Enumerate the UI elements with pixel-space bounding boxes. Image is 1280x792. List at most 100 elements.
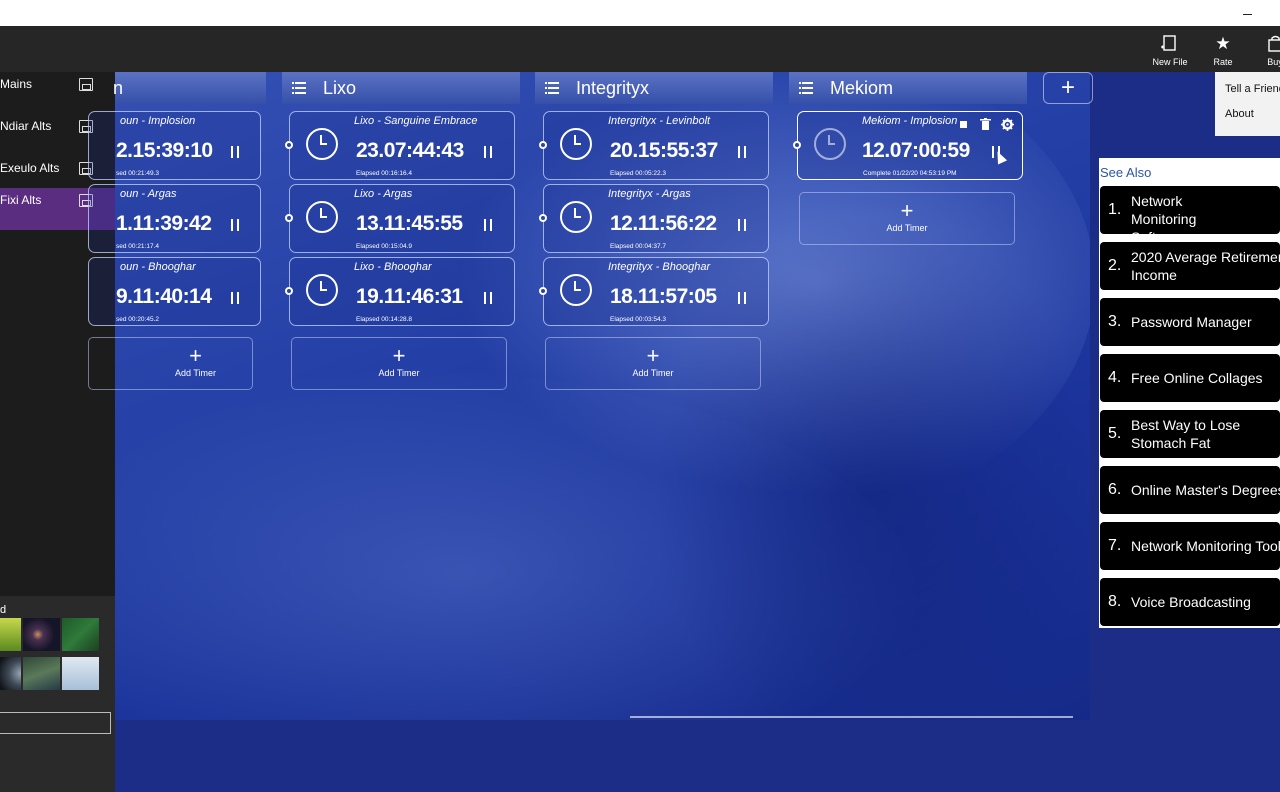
menu-item-tell-a-friend[interactable]: Tell a Friend bbox=[1225, 83, 1280, 95]
add-timer-label: Add Timer bbox=[886, 223, 928, 233]
timer-title: oun - Bhooghar bbox=[120, 261, 196, 273]
see-also-link[interactable]: 1. Network Monitoring Software bbox=[1100, 186, 1280, 234]
timer-card[interactable]: oun - Bhooghar 9.11:40:14 sed 00:20:45.2 bbox=[88, 257, 261, 326]
link-number: 5. bbox=[1108, 425, 1122, 442]
clock-icon bbox=[306, 201, 338, 233]
pause-icon[interactable] bbox=[738, 146, 746, 158]
command-bar: New File ★ Rate Buy bbox=[0, 26, 1280, 72]
add-timer-button[interactable]: + Add Timer bbox=[291, 337, 507, 390]
link-text: Best Way to Lose Stomach Fat bbox=[1131, 417, 1241, 451]
timer-title: oun - Implosion bbox=[120, 115, 196, 127]
new-file-icon bbox=[1161, 35, 1176, 51]
background-thumbnail[interactable] bbox=[0, 657, 21, 690]
timer-elapsed: sed 00:21:17.4 bbox=[116, 243, 160, 250]
clock-icon bbox=[560, 274, 592, 306]
add-timer-label: Add Timer bbox=[378, 368, 420, 378]
sidebar-item-label: Ndiar Alts bbox=[0, 119, 52, 133]
sidebar-item-mains[interactable]: Mains bbox=[0, 72, 115, 114]
menu-item-about[interactable]: About bbox=[1225, 108, 1254, 120]
see-also-link[interactable]: 4. Free Online Collages bbox=[1100, 354, 1280, 402]
timer-title: oun - Argas bbox=[120, 188, 177, 200]
connector-dot bbox=[285, 214, 293, 222]
timer-card[interactable]: Lixo - Argas 13.11:45:55 Elapsed 00:15:0… bbox=[285, 184, 515, 253]
timer-elapsed: Complete 01/22/20 04:53:19 PM bbox=[863, 170, 957, 177]
timer-elapsed: Elapsed 00:04:37.7 bbox=[610, 243, 667, 250]
add-timer-label: Add Timer bbox=[632, 368, 674, 378]
horizontal-scrollbar[interactable] bbox=[630, 716, 1073, 718]
see-also-link[interactable]: 6. Online Master's Degrees bbox=[1100, 466, 1280, 514]
background-thumbnail[interactable] bbox=[0, 618, 21, 651]
background-thumbnail[interactable] bbox=[62, 618, 99, 651]
connector-dot bbox=[285, 141, 293, 149]
column-title: Mekiom bbox=[830, 78, 894, 98]
see-also-link[interactable]: 8. Voice Broadcasting bbox=[1100, 578, 1280, 626]
minimize-button[interactable] bbox=[1240, 4, 1256, 20]
timer-card[interactable]: oun - Argas 1.11:39:42 sed 00:21:17.4 bbox=[88, 184, 261, 253]
see-also-link[interactable]: 2. 2020 Average Retirement Income bbox=[1100, 242, 1280, 290]
delete-icon[interactable] bbox=[980, 118, 991, 131]
add-timer-button[interactable]: + Add Timer bbox=[799, 192, 1015, 245]
add-column-button[interactable]: + bbox=[1043, 72, 1093, 104]
list-icon[interactable] bbox=[545, 82, 559, 94]
timer-title: Lixo - Argas bbox=[354, 188, 413, 200]
title-bar bbox=[0, 0, 1280, 26]
sidebar-item-label: Mains bbox=[0, 77, 33, 91]
pause-icon[interactable] bbox=[738, 292, 746, 304]
clock-icon bbox=[306, 128, 338, 160]
pause-icon[interactable] bbox=[484, 219, 492, 231]
see-also-link[interactable]: 5. Best Way to Lose Stomach Fat bbox=[1100, 410, 1280, 458]
link-number: 7. bbox=[1108, 537, 1122, 554]
timer-card[interactable]: oun - Implosion 2.15:39:10 sed 00:21:49.… bbox=[88, 111, 261, 180]
add-timer-label: Add Timer bbox=[174, 368, 216, 378]
background-thumbnail[interactable] bbox=[23, 618, 60, 651]
save-icon[interactable] bbox=[79, 78, 93, 91]
column-header[interactable]: Lixo bbox=[282, 72, 520, 104]
more-menu-flyout: Tell a Friend About bbox=[1215, 72, 1280, 136]
link-number: 6. bbox=[1108, 481, 1122, 498]
timer-card[interactable]: Integrityx - Argas 12.11:56:22 Elapsed 0… bbox=[539, 184, 769, 253]
rate-button[interactable]: ★ Rate bbox=[1199, 34, 1247, 67]
timer-countdown: 23.07:44:43 bbox=[356, 139, 464, 162]
background-thumbnail[interactable] bbox=[23, 657, 60, 690]
add-timer-button[interactable]: + Add Timer bbox=[88, 337, 253, 390]
column-header[interactable]: n bbox=[113, 72, 266, 104]
timer-title: Integrityx - Argas bbox=[608, 188, 691, 200]
column-header[interactable]: Mekiom bbox=[789, 72, 1027, 104]
add-timer-button[interactable]: + Add Timer bbox=[545, 337, 761, 390]
timer-elapsed: sed 00:21:49.3 bbox=[116, 170, 160, 177]
column-title: Integrityx bbox=[576, 78, 650, 98]
connector-dot bbox=[793, 141, 801, 149]
timer-title: Lixo - Bhooghar bbox=[354, 261, 432, 273]
timer-card[interactable]: Integrityx - Bhooghar 18.11:57:05 Elapse… bbox=[539, 257, 769, 326]
see-also-link[interactable]: 3. Password Manager bbox=[1100, 298, 1280, 346]
sidebar-input[interactable] bbox=[0, 712, 111, 734]
see-also-link[interactable]: 7. Network Monitoring Tools bbox=[1100, 522, 1280, 570]
new-file-button[interactable]: New File bbox=[1146, 34, 1194, 67]
buy-label: Buy bbox=[1267, 57, 1280, 67]
timer-card[interactable]: Intergrityx - Levinbolt 20.15:55:37 Elap… bbox=[539, 111, 769, 180]
link-number: 8. bbox=[1108, 593, 1122, 610]
pause-icon[interactable] bbox=[231, 292, 239, 304]
list-icon[interactable] bbox=[292, 82, 306, 94]
timer-card[interactable]: Lixo - Bhooghar 19.11:46:31 Elapsed 00:1… bbox=[285, 257, 515, 326]
background-thumbnail[interactable] bbox=[62, 657, 99, 690]
pause-icon[interactable] bbox=[231, 219, 239, 231]
timer-elapsed: Elapsed 00:16:16.4 bbox=[356, 170, 413, 177]
pause-icon[interactable] bbox=[738, 219, 746, 231]
pause-icon[interactable] bbox=[231, 146, 239, 158]
column-header[interactable]: Integrityx bbox=[535, 72, 773, 104]
buy-button[interactable]: Buy bbox=[1251, 34, 1280, 67]
timer-card[interactable]: Lixo - Sanguine Embrace 23.07:44:43 Elap… bbox=[285, 111, 515, 180]
timer-countdown: 9.11:40:14 bbox=[116, 285, 212, 308]
timer-card[interactable]: Mekiom - Implosion 12.07:00:59 Complete … bbox=[793, 111, 1023, 180]
stop-icon[interactable] bbox=[960, 121, 967, 128]
connector-dot bbox=[539, 287, 547, 295]
pause-icon[interactable] bbox=[484, 292, 492, 304]
timer-title: Integrityx - Bhooghar bbox=[608, 261, 711, 273]
clock-icon bbox=[306, 274, 338, 306]
list-icon[interactable] bbox=[799, 82, 813, 94]
gear-icon[interactable] bbox=[1001, 118, 1014, 131]
pause-icon[interactable] bbox=[484, 146, 492, 158]
plus-icon: + bbox=[900, 198, 914, 223]
timer-countdown: 20.15:55:37 bbox=[610, 139, 718, 162]
